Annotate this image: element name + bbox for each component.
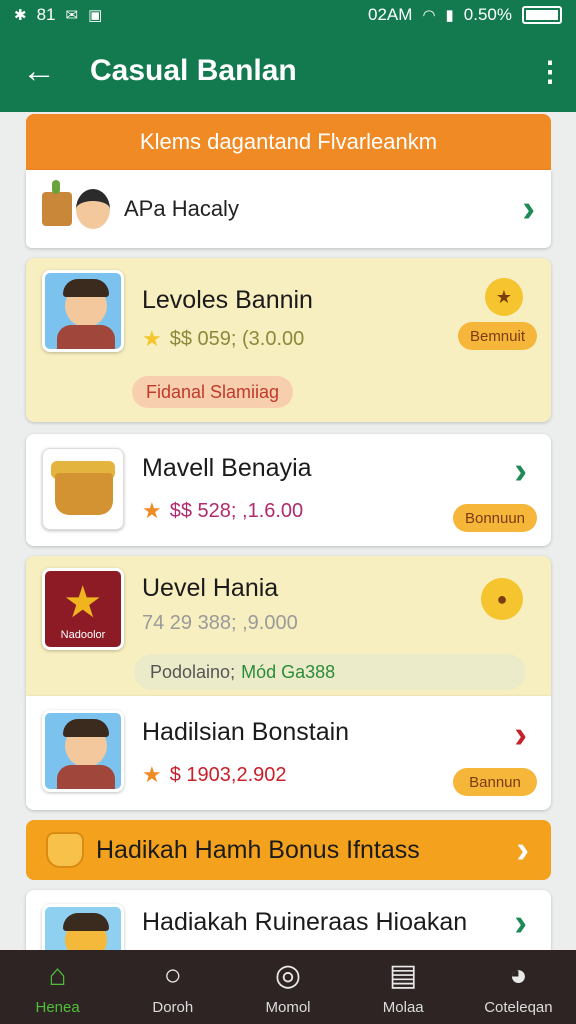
status-tag: Fidanal Slamiiag bbox=[132, 376, 294, 408]
content-list[interactable]: Klems dagantand Flvarleankm APa Hacaly ›… bbox=[0, 112, 576, 950]
nav-item-home[interactable]: ⌂ Henea bbox=[0, 950, 115, 1024]
status-left-text: 81 bbox=[36, 5, 56, 24]
avatar bbox=[42, 180, 112, 233]
nav-label: Coteleqan bbox=[484, 998, 553, 1016]
game-card[interactable]: Levoles Bannin ★ $$ 059; (3.0.00 ★ Bemnu… bbox=[26, 258, 551, 422]
star-badge-icon: ★ bbox=[485, 278, 523, 316]
bear-icon: ◕ bbox=[509, 958, 528, 992]
section-banner: Klems dagantand Flvarleankm bbox=[26, 114, 551, 170]
game-title: Mavell Benayia bbox=[142, 454, 312, 482]
search-icon: ○ bbox=[163, 958, 182, 992]
game-card[interactable]: Hadiakah Ruineraas Hioakan › bbox=[26, 890, 551, 950]
star-icon: ★ bbox=[63, 578, 103, 627]
message-icon: ▣ bbox=[88, 7, 103, 24]
bottom-nav: ⌂ Henea ○ Doroh ◎ Momol ▤ Molaa ◕ Cotele… bbox=[0, 950, 576, 1024]
battery-percent: 0.50% bbox=[463, 5, 512, 24]
price-text: $$ 528; ,1.6.00 bbox=[169, 499, 304, 522]
status-time: 02AM bbox=[368, 5, 413, 24]
home-icon: ⌂ bbox=[48, 958, 67, 992]
game-thumbnail bbox=[42, 270, 124, 352]
bonus-pill-button[interactable]: Bonnuun bbox=[453, 504, 537, 532]
thumbnail-caption: Nadoolor bbox=[60, 629, 106, 641]
nav-label: Doroh bbox=[152, 998, 194, 1016]
game-thumbnail bbox=[42, 710, 124, 792]
back-arrow-icon[interactable]: ← bbox=[22, 52, 62, 91]
nav-item-target[interactable]: ◎ Momol bbox=[230, 950, 345, 1024]
nav-label: Molaa bbox=[382, 998, 424, 1016]
price-line: ★ $ 1903,2.902 bbox=[142, 762, 287, 788]
star-icon: ★ bbox=[142, 326, 162, 351]
game-card[interactable]: Hadilsian Bonstain ★ $ 1903,2.902 › Bann… bbox=[26, 696, 551, 810]
nav-item-bear[interactable]: ◕ Coteleqan bbox=[461, 950, 576, 1024]
game-card[interactable]: Mavell Benayia ★ $$ 528; ,1.6.00 › Bonnu… bbox=[26, 434, 551, 546]
chevron-right-icon[interactable]: › bbox=[522, 188, 535, 231]
notification-icon: ✱ bbox=[14, 7, 27, 24]
game-thumbnail: ★ Nadoolor bbox=[42, 568, 124, 650]
battery-icon bbox=[522, 6, 562, 24]
chevron-right-icon: › bbox=[516, 828, 529, 871]
wifi-icon: ◠ bbox=[422, 7, 436, 24]
game-card[interactable]: ★ Nadoolor Uevel Hania 74 29 388; ,9.000… bbox=[26, 556, 551, 696]
bonus-pill-button[interactable]: Bemnuit bbox=[457, 322, 537, 350]
bonus-banner-button[interactable]: Hadikah Hamh Bonus Ifntass › bbox=[26, 820, 551, 880]
price-line: ★ $$ 528; ,1.6.00 bbox=[142, 498, 303, 524]
game-thumbnail bbox=[42, 448, 124, 530]
plant-icon bbox=[42, 180, 72, 226]
nav-item-search[interactable]: ○ Doroh bbox=[115, 950, 230, 1024]
chevron-right-icon[interactable]: › bbox=[514, 450, 527, 493]
game-title: Hadiakah Ruineraas Hioakan bbox=[142, 908, 468, 936]
star-icon: ★ bbox=[142, 762, 162, 787]
box-icon: ▤ bbox=[389, 958, 418, 992]
price-line: 74 29 388; ,9.000 bbox=[142, 612, 298, 635]
mail-icon: ✉ bbox=[65, 7, 79, 24]
status-bar: ✱ 81 ✉ ▣ 02AM ◠ ▮ 0.50% bbox=[0, 0, 576, 30]
game-title: Hadilsian Bonstain bbox=[142, 718, 350, 746]
game-thumbnail bbox=[42, 904, 124, 950]
more-options-icon[interactable]: ⋮ bbox=[536, 55, 564, 88]
cookie-icon: ● bbox=[481, 578, 523, 620]
list-item-simple[interactable]: APa Hacaly › bbox=[26, 170, 551, 248]
person-icon bbox=[76, 189, 110, 229]
signal-icon: ▮ bbox=[445, 7, 454, 24]
price-line: ★ $$ 059; (3.0.00 bbox=[142, 326, 304, 352]
price-text: $ 1903,2.902 bbox=[169, 763, 287, 786]
nav-label: Henea bbox=[35, 998, 80, 1016]
chevron-right-icon[interactable]: › bbox=[514, 714, 527, 757]
bonus-pill-button[interactable]: Bannun bbox=[453, 768, 537, 796]
bonus-banner-label: Hadikah Hamh Bonus Ifntass bbox=[96, 835, 420, 864]
game-title: Uevel Hania bbox=[142, 574, 279, 602]
nav-label: Momol bbox=[265, 998, 311, 1016]
list-item-label: APa Hacaly bbox=[124, 196, 239, 221]
mod-tag: Podolaino; Mód Ga388 bbox=[134, 654, 526, 690]
page-title: Casual Banlan bbox=[90, 54, 297, 87]
game-title: Levoles Bannin bbox=[142, 286, 313, 314]
mod-tag-key: Podolaino; bbox=[150, 661, 236, 682]
bag-icon bbox=[46, 832, 84, 868]
chevron-right-icon[interactable]: › bbox=[514, 902, 527, 945]
target-icon: ◎ bbox=[274, 958, 302, 992]
price-text: 74 29 388; ,9.000 bbox=[142, 612, 298, 634]
star-icon: ★ bbox=[142, 498, 162, 523]
price-text: $$ 059; (3.0.00 bbox=[169, 327, 305, 350]
mod-tag-value: Mód Ga388 bbox=[241, 661, 336, 682]
app-bar: ← Casual Banlan ⋮ bbox=[0, 30, 576, 112]
nav-item-box[interactable]: ▤ Molaa bbox=[346, 950, 461, 1024]
